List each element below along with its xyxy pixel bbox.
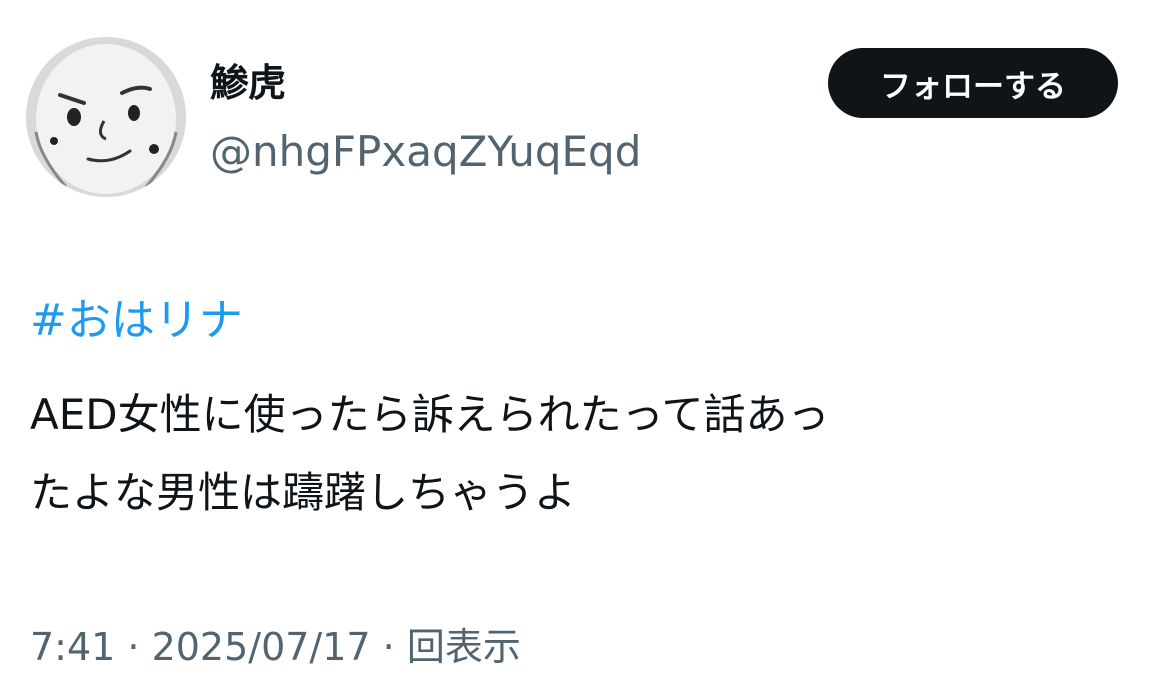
display-name[interactable]: 鯵虎 <box>210 55 286 111</box>
hashtag-link[interactable]: #おはリナ <box>30 290 243 352</box>
user-handle[interactable]: @nhgFPxaqZYuqEqd <box>210 124 641 180</box>
tweet-timestamp[interactable]: 7:41 · 2025/07/17 · 回表示 <box>30 618 521 676</box>
doodle-face-icon <box>26 37 186 197</box>
tweet-text-line: AED女性に使ったら訴えられたって話あっ <box>30 390 830 439</box>
follow-button[interactable]: フォローする <box>828 48 1118 118</box>
avatar[interactable] <box>26 37 186 197</box>
tweet-text-line: たよな男性は躊躇しちゃうよ <box>30 468 577 517</box>
tweet-text: AED女性に使ったら訴えられたって話あっ たよな男性は躊躇しちゃうよ <box>30 376 1140 532</box>
